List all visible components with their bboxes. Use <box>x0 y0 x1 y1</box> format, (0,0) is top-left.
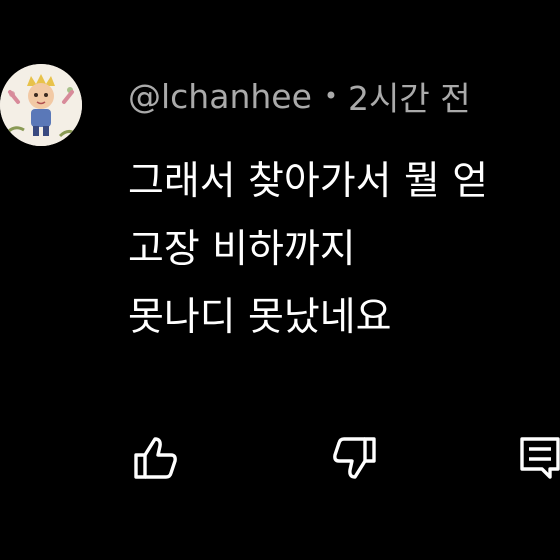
comment-text: 그래서 찾아가서 뭘 얻 고장 비하까지 못나디 못났네요 <box>128 148 560 352</box>
thumbs-up-icon <box>134 437 177 479</box>
comment-text-line: 못나디 못났네요 <box>128 295 392 340</box>
thumbs-down-icon <box>333 437 376 479</box>
meta-separator: • <box>323 82 339 110</box>
comment-meta: @lchanhee • 2시간 전 <box>128 72 471 120</box>
avatar[interactable] <box>0 64 82 146</box>
username[interactable]: @lchanhee <box>128 77 312 116</box>
timestamp[interactable]: 2시간 전 <box>348 72 471 120</box>
comment-item: @lchanhee • 2시간 전 그래서 찾아가서 뭘 얻 고장 비하까지 못… <box>0 0 560 560</box>
reply-icon <box>520 437 560 479</box>
reply-button[interactable] <box>510 428 560 488</box>
comment-text-line: 고장 비하까지 <box>128 227 356 272</box>
like-button[interactable] <box>126 428 184 488</box>
comment-actions <box>0 428 560 488</box>
dislike-button[interactable] <box>326 428 384 488</box>
comment-text-line: 그래서 찾아가서 뭘 얻 <box>128 159 489 204</box>
